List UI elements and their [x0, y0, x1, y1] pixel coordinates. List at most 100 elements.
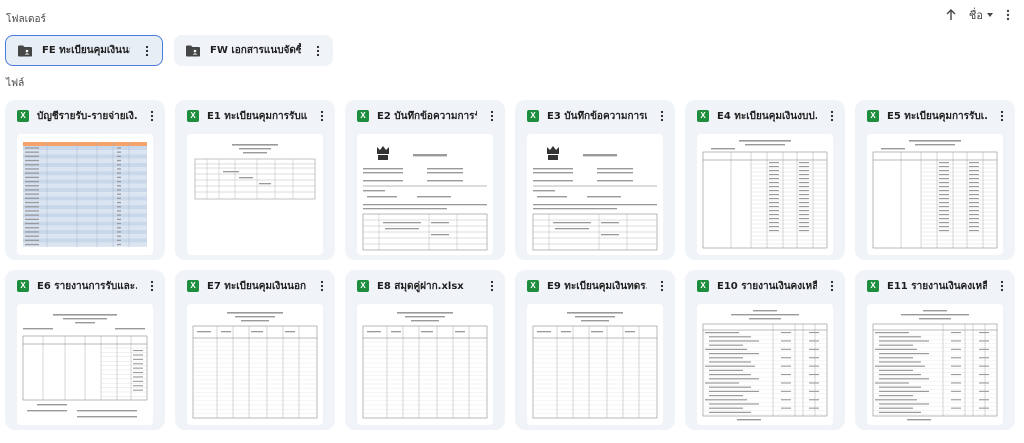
more-vert-icon [150, 110, 154, 122]
file-card[interactable]: X E11 รายงานเงินคงเหลือ... [855, 270, 1015, 430]
file-card[interactable]: X E5 ทะเบียนคุมการรับเ... [855, 100, 1015, 260]
file-card[interactable]: X บัญชีรายรับ-รายจ่ายเงิ... [5, 100, 165, 260]
file-more-button[interactable] [825, 109, 839, 123]
more-vert-icon [660, 110, 664, 122]
file-card-header: X E3 บันทึกข้อความการเ... [521, 106, 669, 126]
file-more-button[interactable] [655, 109, 669, 123]
file-thumbnail-graphic [872, 140, 998, 249]
file-card[interactable]: X E3 บันทึกข้อความการเ... [515, 100, 675, 260]
file-thumbnail-graphic [22, 314, 148, 418]
excel-file-icon: X [867, 110, 879, 122]
more-vert-icon [316, 45, 320, 56]
file-name: E6 รายงานการรับและ... [37, 280, 137, 292]
excel-file-icon: X [357, 110, 369, 122]
file-thumbnail-graphic [362, 146, 488, 251]
file-thumbnail[interactable] [357, 134, 493, 255]
file-name: E8 สมุดคู่ฝาก.xlsx [377, 280, 464, 292]
excel-file-icon: X [187, 280, 199, 292]
sort-direction-button[interactable] [945, 9, 957, 21]
file-card[interactable]: X E1 ทะเบียนคุมการรับแ... [175, 100, 335, 260]
file-thumbnail[interactable] [867, 134, 1003, 255]
excel-file-icon: X [527, 110, 539, 122]
arrow-up-icon [946, 9, 956, 20]
file-name: E11 รายงานเงินคงเหลือ... [887, 280, 987, 292]
file-more-button[interactable] [655, 279, 669, 293]
file-thumbnail[interactable] [17, 304, 153, 425]
file-thumbnail-graphic [192, 312, 318, 419]
more-vert-icon [1000, 280, 1004, 292]
file-thumbnail-graphic [23, 142, 147, 247]
shared-folder-icon [186, 45, 200, 56]
excel-file-icon: X [867, 280, 879, 292]
excel-file-icon: X [527, 280, 539, 292]
folder-more-button[interactable] [311, 44, 325, 58]
file-card[interactable]: X E4 ทะเบียนคุมเงินงบป... [685, 100, 845, 260]
file-more-button[interactable] [145, 109, 159, 123]
file-thumbnail[interactable] [697, 134, 833, 255]
file-card-header: X บัญชีรายรับ-รายจ่ายเงิ... [11, 106, 159, 126]
file-thumbnail[interactable] [697, 304, 833, 425]
file-thumbnail[interactable] [187, 304, 323, 425]
file-card[interactable]: X E10 รายงานเงินคงเหลื... [685, 270, 845, 430]
excel-file-icon: X [697, 280, 709, 292]
file-thumbnail[interactable] [867, 304, 1003, 425]
file-card[interactable]: X E7 ทะเบียนคุมเงินนอก... [175, 270, 335, 430]
more-vert-icon [320, 110, 324, 122]
excel-file-icon: X [357, 280, 369, 292]
file-card[interactable]: X E2 บันทึกข้อความการรั... [345, 100, 505, 260]
file-thumbnail[interactable] [527, 134, 663, 255]
file-more-button[interactable] [315, 109, 329, 123]
file-thumbnail-graphic [532, 312, 658, 419]
excel-file-icon: X [17, 280, 29, 292]
file-thumbnail[interactable] [357, 304, 493, 425]
more-vert-icon [320, 280, 324, 292]
file-name: E10 รายงานเงินคงเหลื... [717, 280, 817, 292]
file-name: E4 ทะเบียนคุมเงินงบป... [717, 110, 817, 122]
file-name: บัญชีรายรับ-รายจ่ายเงิ... [37, 110, 137, 122]
files-section-title: ไฟล์ [6, 78, 25, 89]
file-card-header: X E6 รายงานการรับและ... [11, 276, 159, 296]
file-name: E5 ทะเบียนคุมการรับเ... [887, 110, 987, 122]
file-thumbnail-graphic [194, 144, 316, 200]
folder-chip-fw[interactable]: FW เอกสารแนบจัดซื้อ... [174, 35, 333, 66]
file-card-header: X E5 ทะเบียนคุมการรับเ... [861, 106, 1009, 126]
file-thumbnail-graphic [702, 140, 828, 249]
file-card[interactable]: X E8 สมุดคู่ฝาก.xlsx [345, 270, 505, 430]
folders-section-title: โฟลเดอร์ [6, 14, 46, 25]
file-more-button[interactable] [485, 109, 499, 123]
shared-folder-icon [18, 45, 32, 56]
file-thumbnail-graphic [362, 312, 488, 419]
more-vert-icon [830, 280, 834, 292]
caret-down-icon [987, 13, 993, 17]
file-thumbnail-graphic [702, 310, 828, 421]
file-more-button[interactable] [145, 279, 159, 293]
file-card[interactable]: X E9 ทะเบียนคุมเงินทดร... [515, 270, 675, 430]
file-more-button[interactable] [485, 279, 499, 293]
file-more-button[interactable] [995, 109, 1009, 123]
file-card[interactable]: X E6 รายงานการรับและ... [5, 270, 165, 430]
file-card-header: X E1 ทะเบียนคุมการรับแ... [181, 106, 329, 126]
file-more-button[interactable] [315, 279, 329, 293]
file-thumbnail[interactable] [17, 134, 153, 255]
file-name: E2 บันทึกข้อความการรั... [377, 110, 477, 122]
more-options-button[interactable] [1006, 9, 1010, 21]
more-vert-icon [490, 110, 494, 122]
file-thumbnail-graphic [872, 310, 998, 421]
excel-file-icon: X [187, 110, 199, 122]
file-name: E7 ทะเบียนคุมเงินนอก... [207, 280, 307, 292]
excel-file-icon: X [697, 110, 709, 122]
folder-name: FE ทะเบียนคุมเงินนอก... [42, 45, 130, 56]
more-vert-icon [150, 280, 154, 292]
file-thumbnail[interactable] [187, 134, 323, 255]
more-vert-icon [1000, 110, 1004, 122]
file-thumbnail[interactable] [527, 304, 663, 425]
file-more-button[interactable] [825, 279, 839, 293]
file-more-button[interactable] [995, 279, 1009, 293]
file-card-header: X E11 รายงานเงินคงเหลือ... [861, 276, 1009, 296]
file-card-header: X E10 รายงานเงินคงเหลื... [691, 276, 839, 296]
file-name: E3 บันทึกข้อความการเ... [547, 110, 647, 122]
sort-by-button[interactable]: ชื่อ [969, 6, 994, 24]
folder-chip-fe[interactable]: FE ทะเบียนคุมเงินนอก... [5, 35, 163, 66]
folder-more-button[interactable] [140, 44, 154, 58]
excel-file-icon: X [17, 110, 29, 122]
